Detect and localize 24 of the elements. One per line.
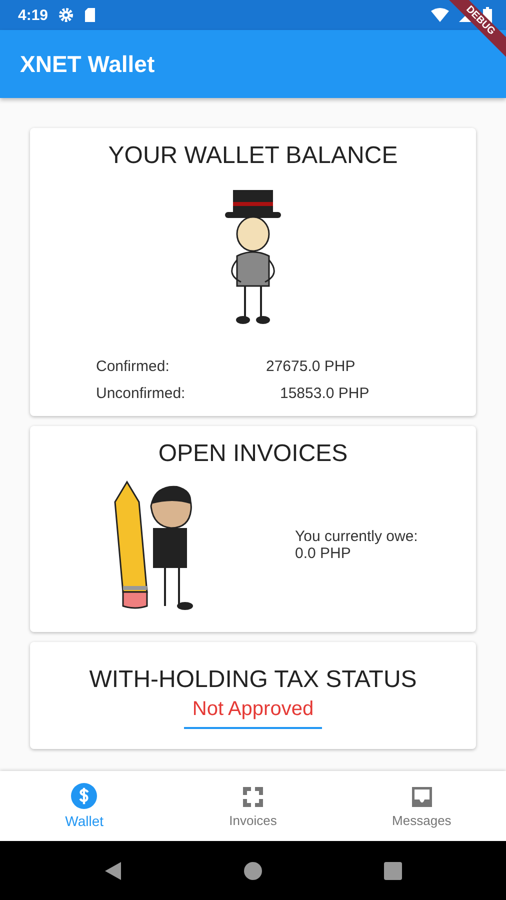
balance-amount: 27675.0 PHP <box>266 358 356 375</box>
sd-card-icon <box>84 7 96 23</box>
back-icon[interactable] <box>103 860 123 880</box>
recents-icon[interactable] <box>383 860 403 880</box>
dollar-icon <box>71 783 98 809</box>
balance-amount: 15853.0 PHP <box>280 385 370 402</box>
tax-status: Not Approved <box>192 698 314 721</box>
fullscreen-icon <box>241 784 265 808</box>
nav-tab[interactable]: Messages <box>337 771 506 841</box>
balance-label: Confirmed: <box>96 358 170 375</box>
gear-icon <box>58 7 74 23</box>
inbox-icon <box>410 784 434 808</box>
clock: 4:19 <box>18 6 48 24</box>
nav-tab[interactable]: Wallet <box>0 771 169 841</box>
balance-label: Unconfirmed: <box>96 385 186 402</box>
card-title: YOUR WALLET BALANCE <box>108 142 398 170</box>
home-icon[interactable] <box>243 860 263 880</box>
wifi-icon <box>431 8 449 22</box>
owe-label: You currently owe: <box>295 528 418 545</box>
app-title: XNET Wallet <box>20 50 155 78</box>
card-title: WITH-HOLDING TAX STATUS <box>89 666 417 694</box>
owe-amount: 0.0 PHP <box>295 545 352 562</box>
card-title: OPEN INVOICES <box>158 440 348 468</box>
nav-tab[interactable]: Invoices <box>168 771 338 841</box>
